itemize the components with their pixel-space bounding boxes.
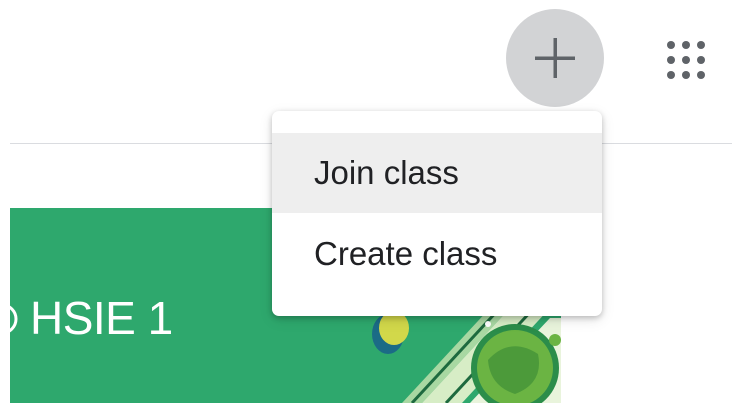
plus-icon — [535, 38, 575, 78]
google-apps-button[interactable] — [652, 28, 720, 92]
menu-item-join-class[interactable]: Join class — [272, 133, 602, 213]
menu-item-create-class[interactable]: Create class — [272, 214, 602, 294]
add-class-button[interactable] — [506, 9, 604, 107]
apps-grid-icon — [667, 41, 705, 79]
class-card-title[interactable]: HSIE 1 — [30, 295, 173, 341]
add-class-menu: Join class Create class — [272, 111, 602, 316]
classroom-page: HSIE 1 Join class Create class — [0, 0, 732, 403]
